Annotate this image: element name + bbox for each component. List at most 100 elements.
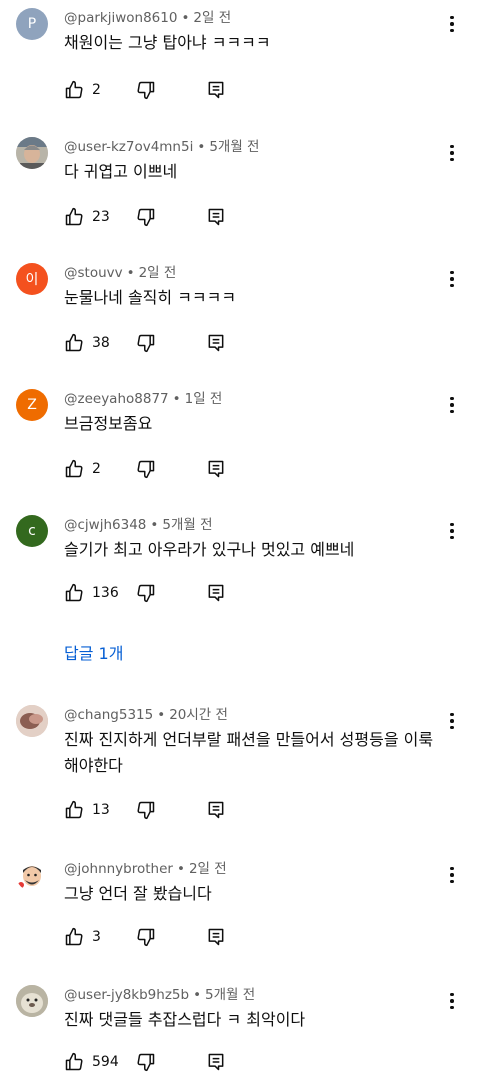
comment-time: 2일 전 (138, 265, 177, 281)
comment-reply-icon (208, 460, 224, 478)
thumbs-down-icon (137, 1053, 155, 1072)
reply-button[interactable] (206, 925, 226, 949)
avatar[interactable]: P (16, 8, 48, 40)
like-button[interactable]: 594 (64, 1050, 122, 1074)
more-options-icon[interactable] (444, 863, 460, 887)
comment-meta: @johnnybrother • 2일 전 (64, 861, 227, 877)
more-options-icon[interactable] (444, 393, 460, 417)
avatar[interactable]: c (16, 515, 48, 547)
like-button[interactable]: 13 (64, 798, 122, 822)
thumbs-down-icon (137, 81, 155, 100)
thumbs-up-icon (65, 80, 83, 99)
comment-author[interactable]: @user-jy8kb9hz5b (64, 987, 189, 1003)
reply-button[interactable] (206, 78, 226, 102)
reply-button[interactable] (206, 331, 226, 355)
comment-item: Z @zeeyaho8877 • 1일 전 브금정보좀요 2 (0, 389, 480, 489)
comment-item: @johnnybrother • 2일 전 그냥 언더 잘 봤습니다 3 (0, 859, 480, 959)
avatar[interactable]: Z (16, 389, 48, 421)
thumbs-down-icon (137, 334, 155, 353)
comment-text: 눈물나네 솔직히 ㅋㅋㅋㅋ (64, 288, 237, 307)
comment-time: 20시간 전 (169, 707, 228, 723)
comment-time: 1일 전 (184, 391, 223, 407)
comment-text: 채원이는 그냥 탑아냐 ㅋㅋㅋㅋ (64, 33, 271, 52)
comment-author[interactable]: @chang5315 (64, 707, 153, 723)
user-photo-icon (16, 137, 48, 169)
like-button[interactable]: 2 (64, 457, 122, 481)
more-options-icon[interactable] (444, 519, 460, 543)
comment-actions: 136 (64, 581, 226, 605)
like-count: 594 (92, 1054, 119, 1070)
reply-button[interactable] (206, 457, 226, 481)
dislike-button[interactable] (136, 205, 156, 229)
comment-meta: @user-kz7ov4mn5i • 5개월 전 (64, 139, 260, 155)
comment-text: 진짜 진지하게 언더부랄 패션을 만들어서 성평등을 이룩해야한다 (64, 730, 434, 775)
comment-item: @chang5315 • 20시간 전 진짜 진지하게 언더부랄 패션을 만들어서 … (0, 705, 480, 825)
avatar-letter: Z (27, 397, 37, 413)
more-options-icon[interactable] (444, 989, 460, 1013)
thumbs-up-icon (65, 927, 83, 946)
comment-author[interactable]: @user-kz7ov4mn5i (64, 139, 193, 155)
thumbs-down-icon (137, 460, 155, 479)
like-button[interactable]: 2 (64, 78, 122, 102)
comment-author[interactable]: @johnnybrother (64, 861, 173, 877)
comment-reply-icon (208, 1053, 224, 1071)
comment-meta: @cjwjh6348 • 5개월 전 (64, 517, 213, 533)
comment-author[interactable]: @stouvv (64, 265, 123, 281)
comment-actions: 3 (64, 925, 226, 949)
like-button[interactable]: 23 (64, 205, 122, 229)
comment-author[interactable]: @zeeyaho8877 (64, 391, 169, 407)
dislike-button[interactable] (136, 581, 156, 605)
comment-text: 슬기가 최고 아우라가 있구나 멋있고 예쁘네 (64, 540, 355, 559)
thumbs-down-icon (137, 928, 155, 947)
comment-meta: @user-jy8kb9hz5b • 5개월 전 (64, 987, 256, 1003)
reply-button[interactable] (206, 1050, 226, 1074)
dislike-button[interactable] (136, 1050, 156, 1074)
comment-reply-icon (208, 584, 224, 602)
comment-item: P @parkjiwon8610 • 2일 전 채원이는 그냥 탑아냐 ㅋㅋㅋㅋ 2 (0, 8, 480, 108)
comment-actions: 2 (64, 457, 226, 481)
thumbs-up-icon (65, 1052, 83, 1071)
avatar-letter: c (28, 523, 36, 539)
avatar-letter: P (27, 16, 37, 32)
cartoon-face-icon (16, 859, 48, 891)
like-button[interactable]: 3 (64, 925, 122, 949)
like-button[interactable]: 136 (64, 581, 122, 605)
dislike-button[interactable] (136, 457, 156, 481)
reply-button[interactable] (206, 581, 226, 605)
avatar[interactable] (16, 705, 48, 737)
comment-author[interactable]: @parkjiwon8610 (64, 10, 177, 26)
more-options-icon[interactable] (444, 709, 460, 733)
like-button[interactable]: 38 (64, 331, 122, 355)
comment-item: c @cjwjh6348 • 5개월 전 슬기가 최고 아우라가 있구나 멋있고 예… (0, 515, 480, 665)
dislike-button[interactable] (136, 798, 156, 822)
dislike-button[interactable] (136, 78, 156, 102)
comment-reply-icon (208, 81, 224, 99)
comment-text: 그냥 언더 잘 봤습니다 (64, 884, 212, 903)
thumbs-up-icon (65, 207, 83, 226)
more-options-icon[interactable] (444, 267, 460, 291)
reply-button[interactable] (206, 205, 226, 229)
like-count: 13 (92, 802, 110, 818)
like-count: 136 (92, 585, 119, 601)
more-options-icon[interactable] (444, 141, 460, 165)
comment-item: @user-jy8kb9hz5b • 5개월 전 진짜 댓글들 추잡스럽다 ㅋ 최악… (0, 985, 480, 1077)
comment-time: 2일 전 (193, 10, 232, 26)
more-options-icon[interactable] (444, 12, 460, 36)
avatar[interactable] (16, 985, 48, 1017)
avatar[interactable] (16, 137, 48, 169)
seal-photo-icon (16, 985, 48, 1017)
avatar[interactable]: 이 (16, 263, 48, 295)
dislike-button[interactable] (136, 925, 156, 949)
view-replies-link[interactable]: 답글 1개 (64, 640, 123, 664)
avatar[interactable] (16, 859, 48, 891)
reply-button[interactable] (206, 798, 226, 822)
comment-reply-icon (208, 801, 224, 819)
comment-item: 이 @stouvv • 2일 전 눈물나네 솔직히 ㅋㅋㅋㅋ 38 (0, 263, 480, 363)
dislike-button[interactable] (136, 331, 156, 355)
comment-actions: 23 (64, 205, 226, 229)
comment-author[interactable]: @cjwjh6348 (64, 517, 146, 533)
comment-reply-icon (208, 928, 224, 946)
comment-meta: @parkjiwon8610 • 2일 전 (64, 10, 232, 26)
user-photo-icon (16, 705, 48, 737)
like-count: 38 (92, 335, 110, 351)
